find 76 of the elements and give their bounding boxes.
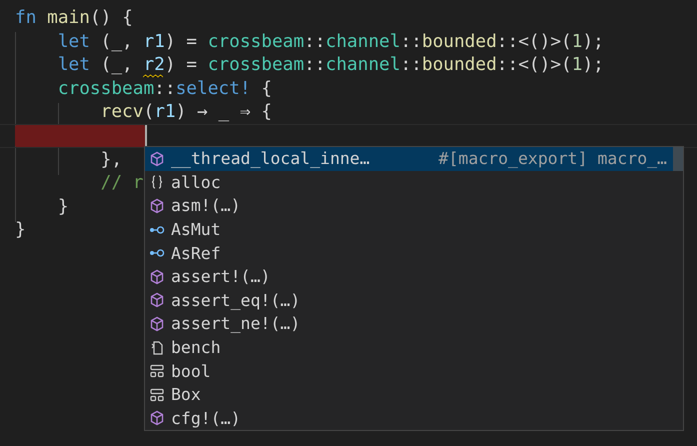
suggestion-label: asm!(…)	[171, 196, 241, 216]
struct-icon	[149, 363, 165, 380]
scrollbar-thumb[interactable]	[673, 147, 683, 171]
code-token: select!	[176, 76, 251, 100]
cube-icon	[149, 150, 165, 167]
code-token: () {	[90, 6, 133, 30]
suggestion-label: bool	[171, 362, 211, 381]
code-token: (	[143, 100, 154, 124]
suggestion-item[interactable]: cfg!(…)	[145, 406, 683, 430]
code-token: ::	[304, 30, 326, 54]
suggestion-item[interactable]: AsMut	[145, 218, 683, 242]
code-token: fn	[15, 6, 38, 30]
code-token: // r	[100, 171, 144, 195]
code-token: recv	[100, 100, 144, 124]
text-cursor	[145, 124, 147, 147]
code-token: 1	[572, 53, 582, 77]
suggestion-label: cfg!(…)	[171, 408, 241, 428]
code-token: ::	[304, 53, 326, 77]
code-token: crossbeam	[56, 76, 154, 100]
suggestion-item[interactable]: bool	[145, 359, 683, 383]
code-token: }	[15, 218, 26, 242]
code-token: ) → _ ⇒ {	[176, 100, 272, 124]
code-token: ::	[400, 53, 422, 77]
code-token: let	[56, 30, 90, 54]
suggestion-item[interactable]: Box	[145, 382, 683, 407]
suggestion-item[interactable]: assert_eq!(…)	[145, 288, 683, 312]
cube-icon	[149, 268, 165, 285]
suggestion-label: assert!(…)	[171, 267, 270, 286]
code-token: r1	[143, 30, 165, 54]
code-token: ) =	[164, 53, 198, 77]
file-icon	[149, 340, 165, 356]
cube-icon	[149, 410, 165, 426]
code-token: 1	[572, 30, 582, 54]
code-token: ::<()>(	[496, 53, 572, 77]
code-token: crossbeam	[208, 53, 304, 77]
suggestion-label: assert_eq!(…)	[171, 290, 300, 310]
code-token: }	[56, 194, 69, 218]
code-token: channel	[326, 30, 400, 54]
code-token: bounded	[422, 53, 497, 77]
suggestion-item[interactable]: assert_ne!(…)	[145, 312, 683, 336]
code-token: },	[100, 148, 122, 172]
suggestion-item[interactable]: assert!(…)	[145, 264, 683, 289]
suggestion-detail: #[macro_export] macro_…	[438, 149, 667, 168]
code-token: bounded	[422, 30, 497, 54]
cube-icon	[149, 316, 165, 332]
code-token: (_,	[100, 30, 134, 54]
suggestion-item[interactable]: bench	[145, 336, 683, 360]
code-token: r2	[143, 53, 165, 77]
code-token: );	[582, 30, 604, 54]
suggestion-label: AsRef	[171, 244, 221, 263]
suggestion-item[interactable]: AsRef	[145, 241, 683, 265]
code-token: main	[47, 6, 90, 30]
code-token: ::	[400, 30, 422, 54]
code-token: ::<()>(	[496, 30, 572, 54]
suggestion-label: bench	[171, 338, 221, 358]
code-token: ::	[154, 76, 176, 100]
suggestion-item[interactable]: alloc	[145, 170, 683, 194]
suggestion-item[interactable]: __thread_local_inne… #[macro_export] macro_…	[145, 147, 683, 171]
code-token: {	[260, 76, 272, 100]
struct-icon	[149, 386, 165, 403]
braces-icon	[149, 174, 165, 190]
suggestion-label: __thread_local_inne…	[171, 149, 370, 168]
suggestion-label: AsMut	[171, 220, 221, 240]
code-token: crossbeam	[208, 30, 304, 54]
code-token: ) =	[164, 30, 198, 54]
code-token: let	[56, 53, 90, 77]
suggestion-item[interactable]: asm!(…)	[145, 194, 683, 218]
suggestion-label: assert_ne!(…)	[171, 314, 300, 334]
code-token: (_,	[100, 53, 134, 77]
code-token: r1	[154, 100, 176, 124]
cube-icon	[149, 292, 165, 308]
suggestion-label: Box	[171, 385, 201, 404]
code-token: channel	[326, 53, 400, 77]
suggestion-label: alloc	[171, 172, 221, 192]
code-token: );	[582, 53, 604, 77]
cube-icon	[149, 198, 165, 214]
